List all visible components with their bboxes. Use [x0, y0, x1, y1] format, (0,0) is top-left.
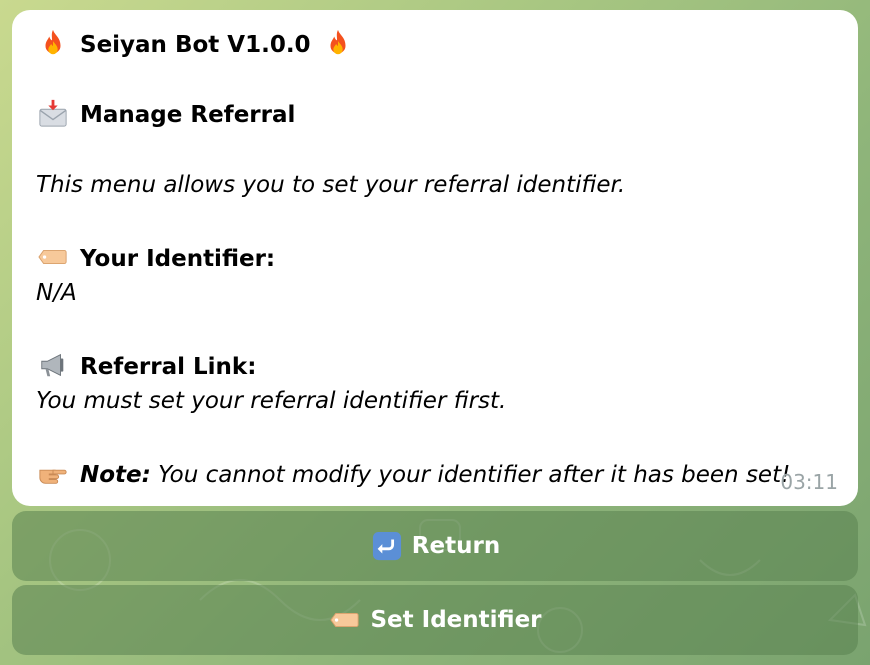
identifier-label: Your Identifier:: [80, 246, 276, 272]
return-arrow-icon: [370, 531, 404, 561]
label-tag-icon: [36, 242, 70, 272]
section-title-row: Manage Referral: [36, 98, 295, 128]
fire-icon: [36, 28, 70, 58]
fire-icon: [321, 28, 355, 58]
label-tag-icon: [328, 605, 362, 635]
note-row: Note: You cannot modify your identifier …: [36, 458, 790, 488]
pointing-hand-icon: [36, 458, 70, 488]
note-label: Note:: [80, 462, 151, 488]
description-text: This menu allows you to set your referra…: [36, 172, 626, 198]
referral-label-row: Referral Link:: [36, 350, 256, 380]
megaphone-icon: [36, 350, 70, 380]
envelope-with-arrow-icon: [36, 98, 70, 128]
bot-message-bubble: Seiyan Bot V1.0.0 Manage Referral This m…: [12, 10, 858, 506]
identifier-label-row: Your Identifier:: [36, 242, 275, 272]
section-title: Manage Referral: [80, 102, 296, 128]
note-text: You cannot modify your identifier after …: [158, 462, 791, 488]
message-title: Seiyan Bot V1.0.0: [80, 32, 311, 58]
message-timestamp: 03:11: [780, 470, 838, 494]
return-button-label: Return: [411, 533, 501, 559]
referral-value: You must set your referral identifier fi…: [36, 388, 507, 414]
identifier-value: N/A: [36, 280, 77, 306]
set-identifier-button-label: Set Identifier: [370, 607, 542, 633]
message-title-row: Seiyan Bot V1.0.0: [36, 28, 355, 58]
referral-label: Referral Link:: [80, 354, 257, 380]
return-button[interactable]: Return: [12, 511, 858, 581]
set-identifier-button[interactable]: Set Identifier: [12, 585, 858, 655]
